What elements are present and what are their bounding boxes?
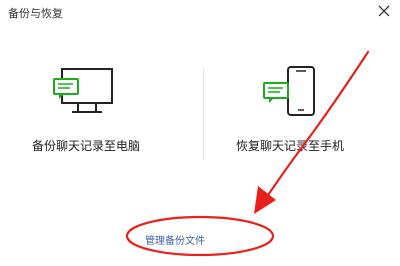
phone-chat-icon [263,66,315,116]
manage-backup-files-link[interactable]: 管理备份文件 [145,232,205,247]
backup-to-pc-label: 备份聊天记录至电脑 [32,139,141,153]
backup-restore-window: 备份与恢复 备份聊天记录至电脑 恢复聊天记录至手机 管理备份文件 [0,0,400,266]
divider [203,68,204,160]
computer-chat-icon [53,68,113,113]
restore-to-phone-label: 恢复聊天记录至手机 [236,139,345,153]
red-annotation-arrow [125,50,370,257]
close-icon[interactable] [376,3,392,19]
window-title: 备份与恢复 [8,7,63,20]
